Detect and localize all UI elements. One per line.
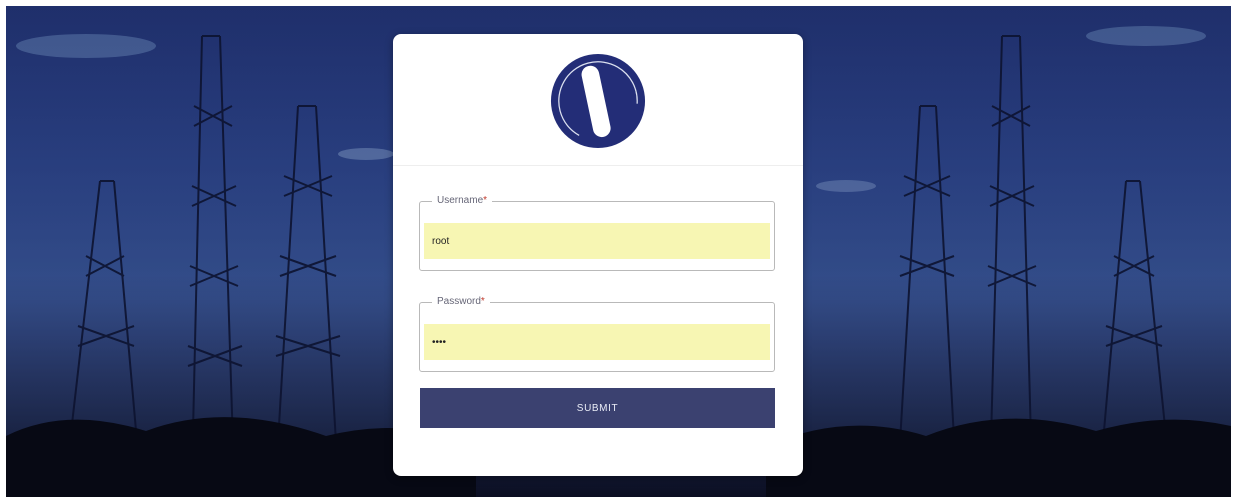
password-label: Password*	[432, 295, 490, 309]
username-input[interactable]	[424, 223, 770, 259]
password-input[interactable]	[424, 324, 770, 360]
username-field: Username*	[419, 194, 775, 271]
password-field: Password*	[419, 295, 775, 372]
required-mark: *	[480, 296, 485, 307]
login-card: Username* Password* SUBMIT	[393, 34, 803, 476]
brand-logo-icon	[550, 53, 646, 149]
submit-button[interactable]: SUBMIT	[420, 388, 775, 428]
logo-header	[393, 34, 803, 166]
required-mark: *	[483, 195, 488, 206]
username-label: Username*	[432, 194, 493, 208]
